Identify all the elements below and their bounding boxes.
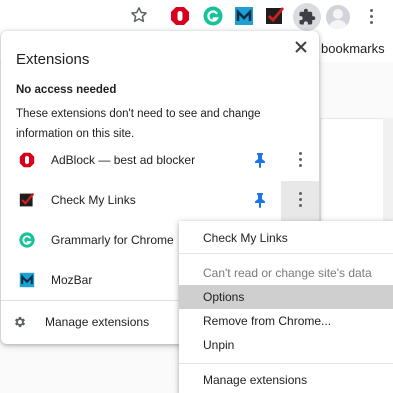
- divider: [179, 363, 393, 364]
- mozbar-icon[interactable]: [234, 6, 254, 26]
- more-vert-icon[interactable]: [364, 8, 378, 26]
- context-menu-title-label: Check My Links: [203, 231, 288, 245]
- avatar[interactable]: [326, 5, 350, 29]
- manage-extensions-label: Manage extensions: [45, 315, 150, 329]
- context-menu-options-label: Options: [203, 290, 245, 304]
- extension-name: Grammarly for Chrome: [51, 233, 174, 247]
- pin-icon[interactable]: [253, 192, 267, 208]
- grammarly-icon: [19, 232, 35, 248]
- context-menu-options[interactable]: Options: [179, 285, 393, 309]
- extension-context-menu: Check My Links Can't read or change site…: [179, 221, 393, 393]
- pin-icon[interactable]: [253, 152, 267, 168]
- extension-name: MozBar: [51, 273, 93, 287]
- extension-name: Check My Links: [51, 193, 136, 207]
- mozbar-icon: [19, 272, 35, 288]
- context-menu-site-access-label: Can't read or change site's data: [203, 266, 372, 280]
- grammarly-icon[interactable]: [203, 6, 223, 26]
- gear-icon: [13, 315, 27, 329]
- adblock-icon: [19, 152, 35, 168]
- context-menu-title[interactable]: Check My Links: [179, 226, 393, 250]
- more-vert-icon[interactable]: [293, 151, 307, 171]
- browser-toolbar: [0, 0, 393, 33]
- context-menu-manage-extensions-label: Manage extensions: [203, 373, 308, 387]
- context-menu-manage-extensions[interactable]: Manage extensions: [179, 368, 393, 392]
- more-vert-icon[interactable]: [281, 181, 319, 221]
- context-menu-unpin[interactable]: Unpin: [179, 333, 393, 357]
- close-button[interactable]: [293, 39, 309, 55]
- extensions-popup-title: Extensions: [16, 51, 90, 68]
- puzzle-icon: [299, 8, 316, 25]
- extension-item-adblock[interactable]: AdBlock — best ad blocker: [1, 141, 319, 181]
- extensions-menu-button[interactable]: [293, 3, 321, 31]
- extension-item-check-my-links[interactable]: Check My Links: [1, 181, 319, 221]
- context-menu-site-access: Can't read or change site's data: [179, 261, 393, 285]
- check-my-links-icon: [19, 192, 35, 208]
- extension-name: AdBlock — best ad blocker: [51, 153, 196, 167]
- check-my-links-icon[interactable]: [265, 6, 285, 26]
- star-icon[interactable]: [130, 6, 150, 26]
- context-menu-remove-label: Remove from Chrome...: [203, 314, 332, 328]
- close-icon: [295, 41, 307, 53]
- section-header: No access needed: [16, 84, 117, 96]
- section-description: These extensions don't need to see and c…: [16, 108, 261, 140]
- bookmarks-label[interactable]: bookmarks: [321, 41, 385, 56]
- divider: [179, 253, 393, 254]
- context-menu-unpin-label: Unpin: [203, 338, 235, 352]
- adblock-icon[interactable]: [170, 6, 190, 26]
- context-menu-remove[interactable]: Remove from Chrome...: [179, 309, 393, 333]
